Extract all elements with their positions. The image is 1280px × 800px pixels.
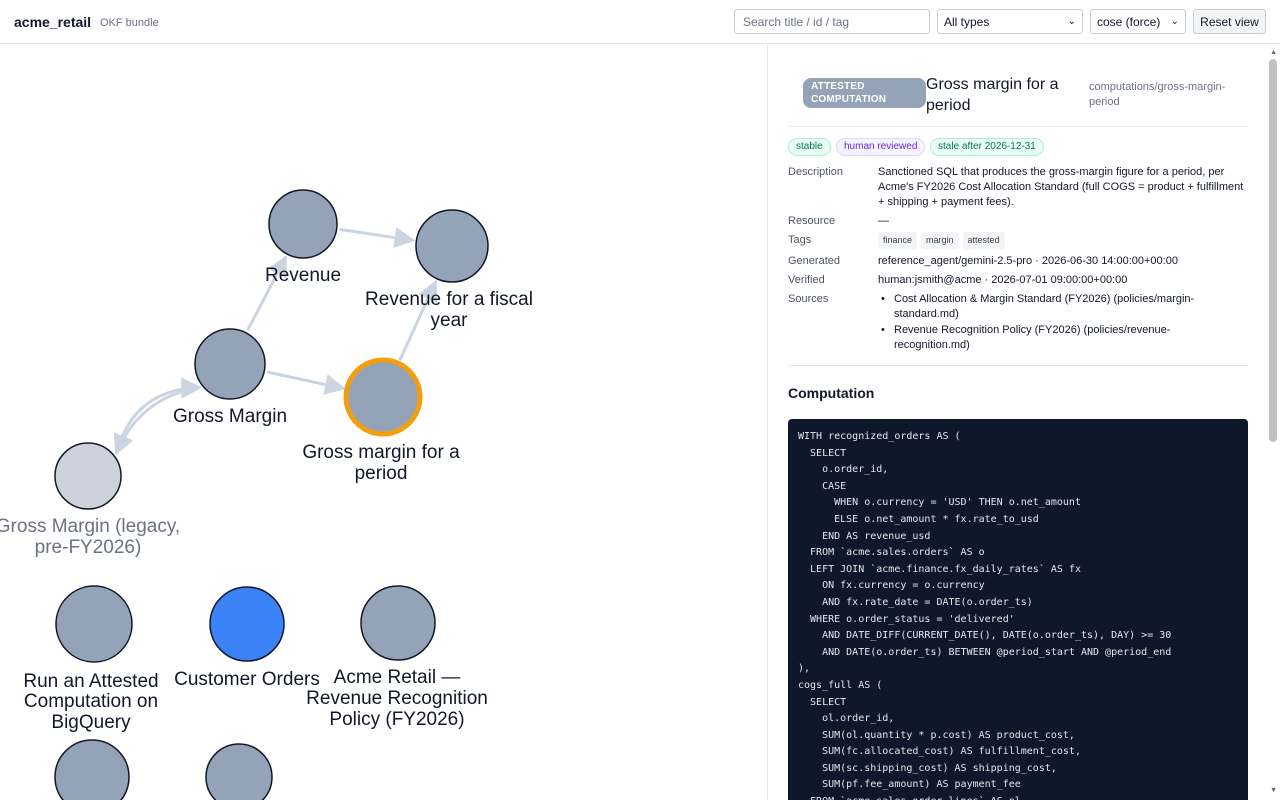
verified-value: human:jsmith@acme · 2026-07-01 09:00:00+… xyxy=(878,274,1128,286)
divider xyxy=(788,365,1248,366)
tag-chip[interactable]: margin xyxy=(921,232,959,249)
status-chip-human-reviewed: human reviewed xyxy=(836,138,926,156)
scrollbar-thumb[interactable] xyxy=(1269,59,1277,442)
source-item[interactable]: Cost Allocation & Margin Standard (FY202… xyxy=(878,292,1218,322)
graph-node-label: Revenue xyxy=(265,265,341,286)
graph-node-label: Run an Attested Computation on BigQuery xyxy=(23,671,158,733)
layout-value: cose (force) xyxy=(1097,14,1161,29)
sql-code: WITH recognized_orders AS ( SELECT o.ord… xyxy=(798,431,1172,800)
reset-view-button[interactable]: Reset view xyxy=(1193,9,1266,34)
graph-node-customer_orders[interactable]: Customer Orders xyxy=(174,586,320,690)
graph-node-revenue[interactable]: Revenue xyxy=(265,189,341,286)
sources-label: Sources xyxy=(788,293,829,305)
graph-node-node_9[interactable] xyxy=(54,739,130,800)
graph-node-node_10[interactable] xyxy=(205,743,273,800)
graph-node-run_attested[interactable]: Run an Attested Computation on BigQuery xyxy=(23,585,159,733)
divider xyxy=(788,126,1248,127)
top-bar: acme_retail OKF bundle All types ⌄ cose … xyxy=(0,0,1280,44)
status-chip-stable: stable xyxy=(788,138,831,156)
tags-label: Tags xyxy=(788,234,812,246)
generated-value: reference_agent/gemini-2.5-pro · 2026-06… xyxy=(878,255,1178,267)
graph-node-label: Revenue for a fiscal year xyxy=(365,289,533,331)
graph-node-circle[interactable] xyxy=(415,209,489,283)
graph-node-circle[interactable] xyxy=(268,189,338,259)
detail-panel: ▲ ▼ ATTESTED COMPUTATION Gross margin fo… xyxy=(767,45,1280,800)
tag-chip[interactable]: attested xyxy=(962,232,1005,249)
verified-label: Verified xyxy=(788,274,825,286)
graph-node-label: Acme Retail — Revenue Recognition Policy (… xyxy=(306,667,488,730)
scroll-down-arrow[interactable]: ▼ xyxy=(1270,787,1277,794)
graph-node-label: Gross Margin xyxy=(173,406,287,427)
tags-list: finance margin attested xyxy=(878,232,1248,249)
graph-node-gm_legacy[interactable]: Gross Margin (legacy, pre-FY2026) xyxy=(0,442,180,558)
detail-title: Gross margin for a period xyxy=(926,76,1059,114)
graph-node-circle[interactable] xyxy=(54,739,130,800)
detail-path: computations/gross-margin-period xyxy=(1089,81,1226,108)
resource-label: Resource xyxy=(788,215,836,227)
graph-node-circle[interactable] xyxy=(360,585,436,661)
description-label: Description xyxy=(788,166,844,178)
graph-svg[interactable]: Revenue Revenue for a fiscal year Gross Mar… xyxy=(0,45,767,800)
graph-node-rev_policy[interactable]: Acme Retail — Revenue Recognition Policy (… xyxy=(306,585,488,730)
layout-select[interactable]: cose (force) ⌄ xyxy=(1090,9,1186,34)
graph-edge-gross_margin-to-gm_period[interactable] xyxy=(266,370,346,395)
description-value: Sanctioned SQL that produces the gross-m… xyxy=(878,166,1244,208)
resource-value: — xyxy=(878,215,889,227)
type-badge: ATTESTED COMPUTATION xyxy=(803,78,926,108)
graph-node-circle[interactable] xyxy=(194,328,266,400)
bundle-type-label: OKF bundle xyxy=(100,17,159,29)
graph-edge-revenue-to-revenue_fiscal[interactable] xyxy=(339,227,416,248)
type-filter-select[interactable]: All types ⌄ xyxy=(937,9,1083,34)
scroll-up-arrow[interactable]: ▲ xyxy=(1270,49,1277,56)
graph-node-gross_margin[interactable]: Gross Margin xyxy=(173,328,287,427)
graph-node-circle[interactable] xyxy=(55,585,133,663)
graph-node-label: Gross Margin (legacy, pre-FY2026) xyxy=(0,516,180,558)
graph-node-circle[interactable] xyxy=(54,442,122,510)
generated-label: Generated xyxy=(788,255,840,267)
graph-node-label: Customer Orders xyxy=(174,669,320,690)
type-filter-value: All types xyxy=(944,14,990,29)
source-item[interactable]: Revenue Recognition Policy (FY2026) (pol… xyxy=(878,323,1218,353)
graph-node-gm_period[interactable]: Gross margin for a period xyxy=(302,357,460,484)
tag-chip[interactable]: finance xyxy=(878,232,918,249)
graph-node-label: Gross margin for a period xyxy=(302,442,460,484)
search-input[interactable] xyxy=(734,9,930,34)
graph-node-circle[interactable] xyxy=(209,586,285,662)
graph-node-circle[interactable] xyxy=(343,357,423,437)
graph-node-circle[interactable] xyxy=(205,743,273,800)
sources-list: Cost Allocation & Margin Standard (FY202… xyxy=(878,292,1218,354)
computation-heading: Computation xyxy=(788,385,875,401)
graph-node-revenue_fiscal[interactable]: Revenue for a fiscal year xyxy=(365,209,533,331)
chevron-down-icon: ⌄ xyxy=(1170,16,1179,27)
bundle-name: acme_retail xyxy=(14,14,92,30)
status-chip-stale-after: stale after 2026-12-31 xyxy=(930,138,1044,156)
chevron-down-icon: ⌄ xyxy=(1067,16,1076,27)
sql-code-block: WITH recognized_orders AS ( SELECT o.ord… xyxy=(788,419,1248,800)
graph-canvas[interactable]: Revenue Revenue for a fiscal year Gross Mar… xyxy=(0,45,767,800)
